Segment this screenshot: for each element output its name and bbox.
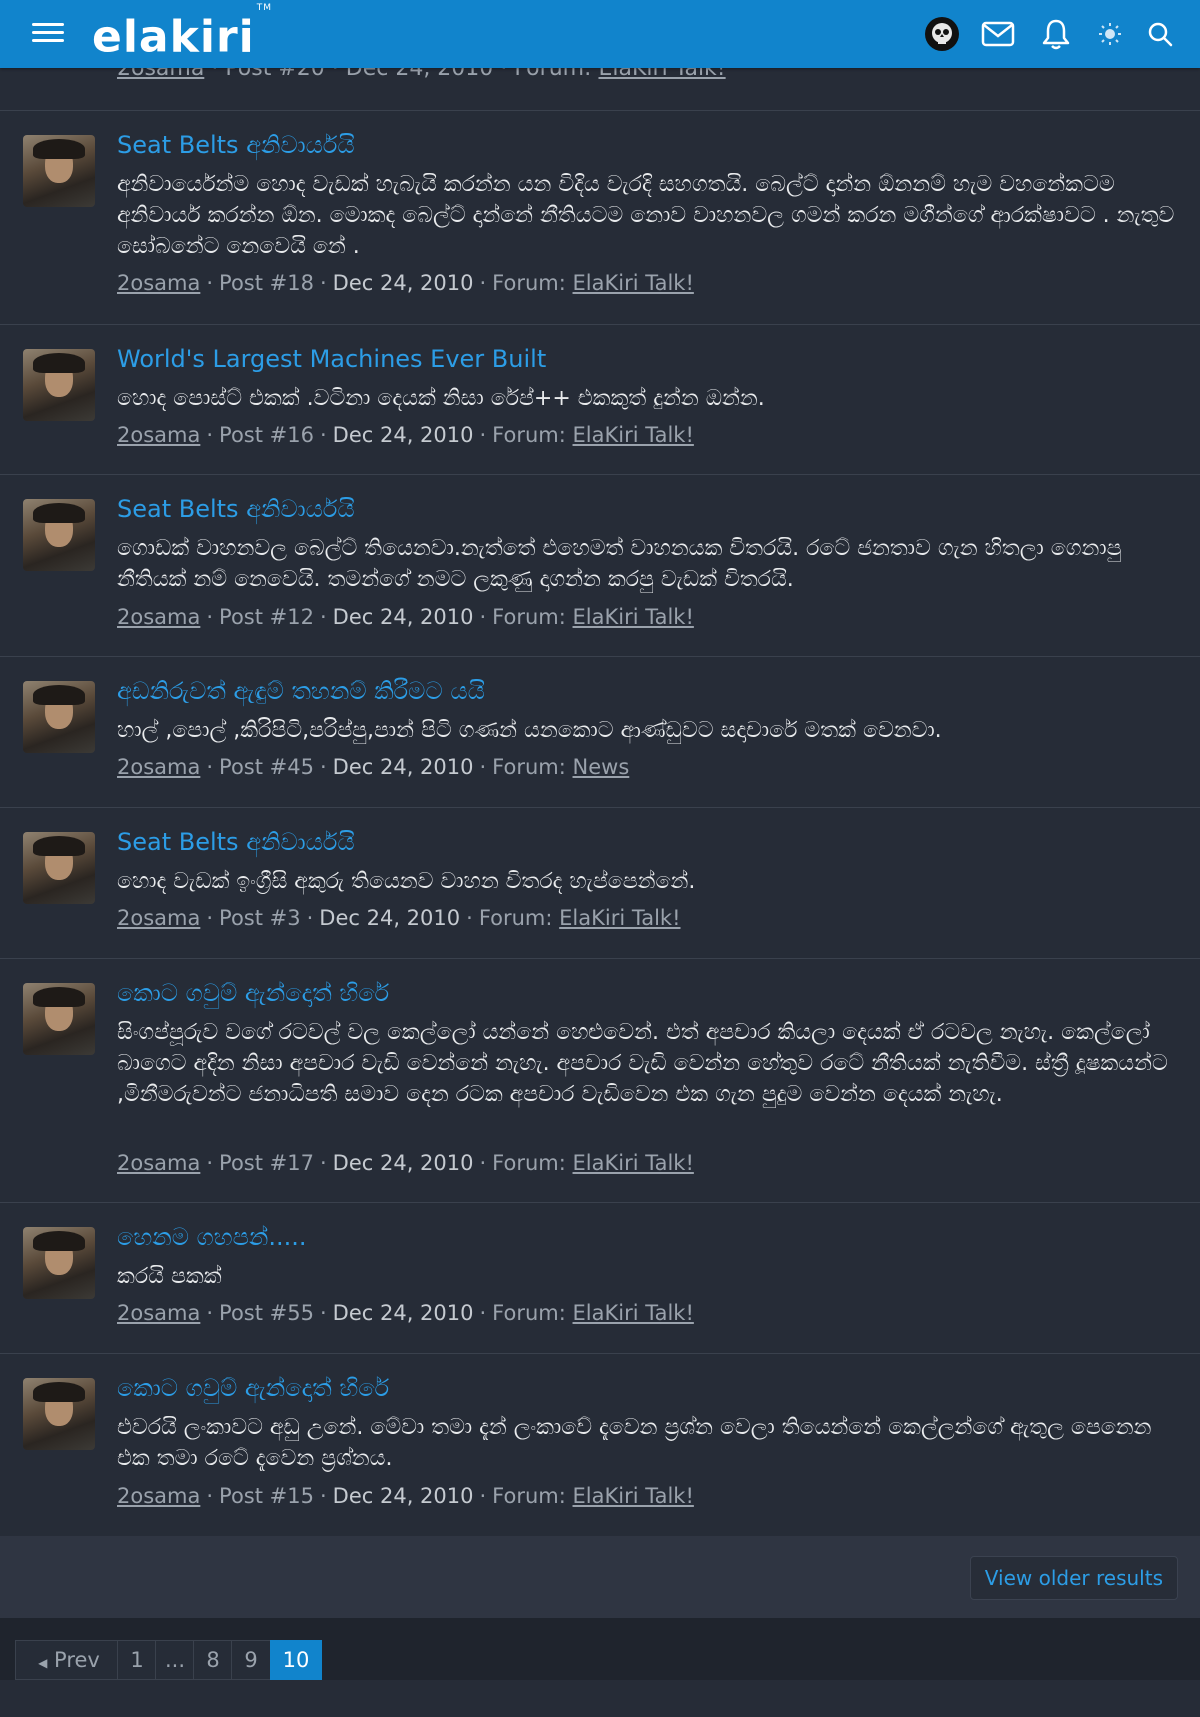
forum-link[interactable]: ElaKiri Talk! [573,1484,694,1508]
forum-link[interactable]: News [573,755,630,779]
caret-left-icon: ◀ [38,1656,48,1670]
author-link[interactable]: 2osama [117,605,200,629]
forum-link[interactable]: ElaKiri Talk! [573,1301,694,1325]
site-header: elakiriTM [0,0,1200,68]
search-icon[interactable] [1140,14,1180,54]
footer-strip [0,1680,1200,1717]
avatar[interactable] [23,349,95,421]
prev-page-button[interactable]: ◀ Prev [15,1640,123,1680]
divider [0,958,1200,959]
result-title[interactable]: හෙනම ගහපන්..... [117,1223,307,1251]
result-meta: 2osama · Post #55 · Dec 24, 2010 · Forum: ElaK… [117,1301,694,1325]
result-snippet: සිංගප්පූරුව වගේ රටවල් වල කෙල්ලෝ යන්නේ හෙ… [117,1020,1168,1107]
result-snippet: හාල් ,පොල් ,කිරිපිටි,පරිප්පු,පාන් පිටි ග… [117,718,942,743]
result-meta: 2osama · Post #16 · Dec 24, 2010 · Forum: ElaK… [117,423,694,447]
result-title[interactable]: Seat Belts අනිවාර්යයි [117,828,355,856]
result-meta: 2osama · Post #12 · Dec 24, 2010 · Forum: ElaK… [117,605,694,629]
page-link-1[interactable]: 1 [117,1640,157,1680]
author-link[interactable]: 2osama [117,1484,200,1508]
result-meta: 2osama · Post #45 · Dec 24, 2010 · Forum: News [117,755,630,779]
page-link-9[interactable]: 9 [231,1640,271,1680]
author-link[interactable]: 2osama [117,423,200,447]
forum-link[interactable]: ElaKiri Talk! [573,605,694,629]
author-link[interactable]: 2osama [117,1301,200,1325]
divider [0,1353,1200,1354]
bell-icon[interactable] [1036,14,1076,54]
result-meta: 2osama · Post #17 · Dec 24, 2010 · Forum: ElaK… [117,1151,694,1175]
pagination: ◀ Prev 1 ... 8 9 10 [0,1618,1200,1680]
forum-link[interactable]: ElaKiri Talk! [573,423,694,447]
divider [0,110,1200,111]
skull-icon [925,17,959,51]
site-logo[interactable]: elakiriTM [92,3,271,64]
author-link[interactable]: 2osama [117,271,200,295]
view-older-results-button[interactable]: View older results [969,1556,1178,1600]
divider [0,656,1200,657]
result-meta: 2osama · Post #15 · Dec 24, 2010 · Forum: ElaK… [117,1484,694,1508]
avatar[interactable] [23,832,95,904]
avatar[interactable] [23,681,95,753]
divider [0,474,1200,475]
page-ellipsis[interactable]: ... [155,1640,195,1680]
user-avatar[interactable] [922,14,962,54]
avatar[interactable] [23,1378,95,1450]
result-title[interactable]: කොට ගවුම් ඇන්දොත් හිරේ [117,1374,389,1402]
result-title[interactable]: Seat Belts අනිවාර්යයි [117,495,355,523]
author-link[interactable]: 2osama [117,906,200,930]
avatar[interactable] [23,499,95,571]
page-link-8[interactable]: 8 [193,1640,233,1680]
author-link[interactable]: 2osama [117,755,200,779]
result-meta: 2osama · Post #18 · Dec 24, 2010 · Forum: ElaK… [117,271,694,295]
result-title[interactable]: Seat Belts අනිවාර්යයි [117,131,355,159]
result-title[interactable]: කොට ගවුම් ඇන්දොත් හිරේ [117,979,389,1007]
result-snippet: කරයි පකක් [117,1264,222,1289]
result-title[interactable]: අඩනිරුවත් ඇඳුම් තහනම් කිරීමට යයි [117,677,485,705]
result-snippet: එවරයි ලංකාවට අඩු උනේ. මේවා තමා දැන් ලංකා… [117,1415,1152,1471]
result-snippet: හොද පොස්ට් එකක් .වටිනා දෙයක් නිසා රේප්++… [117,386,765,411]
divider [0,807,1200,808]
theme-toggle-icon[interactable] [1090,14,1130,54]
result-meta: 2osama · Post #3 · Dec 24, 2010 · Forum: ElaKi… [117,906,681,930]
result-snippet: හොද වැඩක් ඉංග්‍රීසි අකුරු තියෙනව වාහන වි… [117,869,696,894]
older-results-bar: View older results [0,1536,1200,1618]
page-link-10-current[interactable]: 10 [270,1640,322,1680]
result-title[interactable]: World's Largest Machines Ever Built [117,345,546,373]
result-snippet: ගොඩක් වාහනවල බෙල්ට් තියෙනවා.නැත්තේ එහෙමත… [117,536,1122,592]
mail-icon[interactable] [978,14,1018,54]
forum-link[interactable]: ElaKiri Talk! [559,906,680,930]
divider [0,324,1200,325]
forum-link[interactable]: ElaKiri Talk! [573,271,694,295]
avatar[interactable] [23,135,95,207]
menu-icon[interactable] [32,18,64,50]
avatar[interactable] [23,983,95,1055]
forum-link[interactable]: ElaKiri Talk! [573,1151,694,1175]
avatar[interactable] [23,1227,95,1299]
result-snippet: අනිවාර්යෙන්ම හොද වැඩක් හැබැයි කරන්න යන ව… [117,172,1175,259]
divider [0,1202,1200,1203]
author-link[interactable]: 2osama [117,1151,200,1175]
